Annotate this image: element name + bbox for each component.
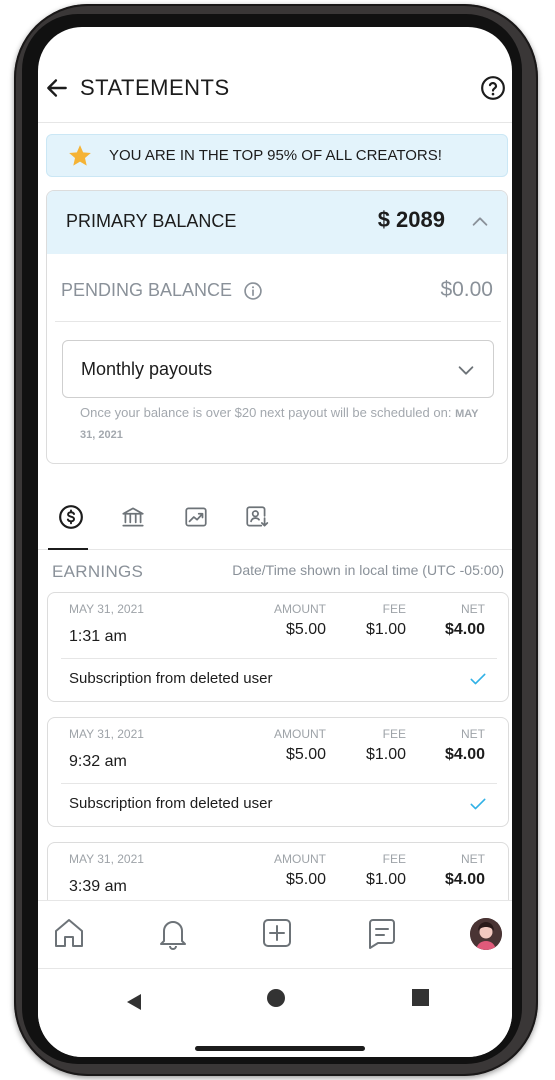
net-header: NET bbox=[461, 602, 485, 616]
profile-avatar-image bbox=[470, 918, 502, 950]
divider bbox=[61, 783, 497, 784]
payout-note-text: Once your balance is over $20 next payou… bbox=[80, 405, 452, 420]
pending-balance-label: PENDING BALANCE bbox=[61, 280, 233, 300]
primary-balance-amount: $ 2089 bbox=[377, 207, 445, 232]
transaction-card[interactable]: MAY 31, 2021 9:32 am AMOUNT $5.00 FEE $1… bbox=[47, 717, 509, 827]
primary-balance-label: PRIMARY BALANCE bbox=[66, 211, 237, 231]
question-circle-icon[interactable] bbox=[480, 75, 506, 101]
nav-add-post[interactable] bbox=[259, 915, 295, 951]
top-creators-banner: YOU ARE IN THE TOP 95% OF ALL CREATORS! bbox=[46, 134, 508, 177]
payout-note: Once your balance is over $20 next payou… bbox=[80, 403, 485, 445]
app-header: STATEMENTS bbox=[38, 27, 512, 123]
recents-square-icon[interactable] bbox=[412, 989, 429, 1006]
net-header: NET bbox=[461, 727, 485, 741]
divider bbox=[55, 321, 501, 322]
chevron-down-icon bbox=[458, 366, 474, 375]
transaction-card[interactable]: MAY 31, 2021 1:31 am AMOUNT $5.00 FEE $1… bbox=[47, 592, 509, 702]
primary-balance-row[interactable]: PRIMARY BALANCE $ 2089 bbox=[47, 191, 507, 254]
plus-square-icon bbox=[263, 919, 291, 947]
transaction-net: $4.00 bbox=[444, 871, 485, 888]
banner-text: YOU ARE IN THE TOP 95% OF ALL CREATORS! bbox=[109, 147, 442, 164]
transaction-card[interactable]: MAY 31, 2021 3:39 am AMOUNT $5.00 FEE $1… bbox=[47, 842, 509, 900]
home-indicator[interactable] bbox=[195, 1046, 365, 1051]
tab-earnings[interactable] bbox=[48, 500, 90, 550]
transaction-amount: $5.00 bbox=[285, 871, 326, 888]
nav-notifications[interactable] bbox=[155, 915, 191, 951]
arrow-left-icon[interactable] bbox=[44, 75, 70, 101]
chevron-up-icon[interactable] bbox=[469, 211, 491, 233]
statement-tabs bbox=[38, 494, 512, 550]
transaction-fee: $1.00 bbox=[365, 746, 406, 763]
transaction-fee: $1.00 bbox=[365, 621, 406, 638]
bell-icon bbox=[160, 921, 186, 950]
home-circle-icon[interactable] bbox=[267, 989, 285, 1007]
dollar-circle-icon bbox=[59, 505, 83, 529]
chart-trend-icon bbox=[185, 507, 207, 527]
check-icon bbox=[470, 798, 486, 810]
system-nav-bar bbox=[38, 968, 512, 1057]
transaction-fee: $1.00 bbox=[365, 871, 406, 888]
transaction-time: 9:32 am bbox=[69, 753, 127, 770]
tab-bank[interactable] bbox=[114, 500, 152, 546]
amount-header: AMOUNT bbox=[274, 852, 326, 866]
amount-header: AMOUNT bbox=[274, 602, 326, 616]
transaction-time: 1:31 am bbox=[69, 628, 127, 645]
transaction-description: Subscription from deleted user bbox=[69, 670, 273, 687]
fee-header: FEE bbox=[382, 602, 406, 616]
payout-frequency-value: Monthly payouts bbox=[81, 359, 213, 379]
fee-header: FEE bbox=[382, 727, 406, 741]
check-icon bbox=[470, 673, 486, 685]
transaction-amount: $5.00 bbox=[285, 621, 326, 638]
message-icon bbox=[369, 919, 395, 949]
tab-user-reports[interactable] bbox=[238, 500, 276, 546]
transaction-list: MAY 31, 2021 1:31 am AMOUNT $5.00 FEE $1… bbox=[38, 592, 512, 900]
amount-header: AMOUNT bbox=[274, 727, 326, 741]
transaction-date: MAY 31, 2021 bbox=[69, 852, 144, 866]
transaction-net: $4.00 bbox=[444, 621, 485, 638]
avatar[interactable] bbox=[470, 918, 502, 950]
user-download-icon bbox=[246, 506, 269, 527]
pending-balance-amount: $0.00 bbox=[440, 278, 493, 301]
payout-frequency-select[interactable]: Monthly payouts bbox=[62, 340, 494, 398]
balance-card: PRIMARY BALANCE $ 2089 PENDING BALANCE $… bbox=[46, 190, 508, 464]
transaction-net: $4.00 bbox=[444, 746, 485, 763]
pending-balance-row: PENDING BALANCE $0.00 bbox=[47, 254, 507, 321]
tab-statistics[interactable] bbox=[177, 500, 215, 546]
transaction-description: Subscription from deleted user bbox=[69, 795, 273, 812]
timezone-note: Date/Time shown in local time (UTC -05:0… bbox=[232, 562, 504, 578]
info-icon[interactable] bbox=[243, 281, 263, 301]
net-header: NET bbox=[461, 852, 485, 866]
nav-messages[interactable] bbox=[364, 915, 400, 951]
divider bbox=[61, 658, 497, 659]
nav-home[interactable] bbox=[51, 915, 87, 951]
page-title: STATEMENTS bbox=[80, 75, 230, 100]
transaction-date: MAY 31, 2021 bbox=[69, 727, 144, 741]
bank-icon bbox=[122, 507, 144, 527]
transaction-amount: $5.00 bbox=[285, 746, 326, 763]
star-icon bbox=[69, 145, 91, 166]
fee-header: FEE bbox=[382, 852, 406, 866]
back-triangle-icon[interactable] bbox=[123, 991, 145, 1013]
home-icon bbox=[55, 919, 83, 947]
transaction-time: 3:39 am bbox=[69, 878, 127, 895]
bottom-nav bbox=[38, 900, 512, 968]
screen: STATEMENTS YOU ARE IN THE TOP 95% OF ALL… bbox=[38, 27, 512, 1057]
transaction-date: MAY 31, 2021 bbox=[69, 602, 144, 616]
earnings-title: EARNINGS bbox=[52, 562, 144, 581]
